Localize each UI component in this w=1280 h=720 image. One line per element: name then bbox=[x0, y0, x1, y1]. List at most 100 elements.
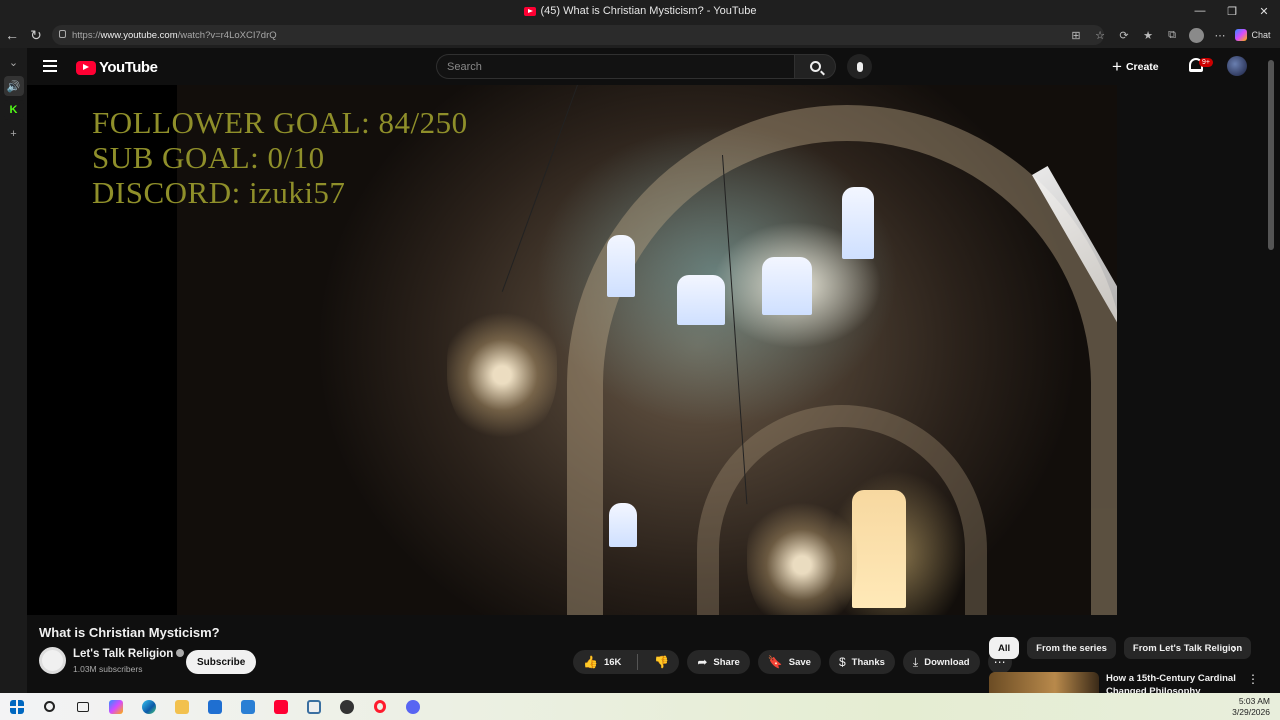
subscriber-count: 1.03M subscribers bbox=[73, 664, 143, 674]
voice-search-button[interactable] bbox=[847, 54, 872, 79]
channel-avatar[interactable] bbox=[39, 647, 66, 674]
minimize-button[interactable]: — bbox=[1184, 0, 1216, 22]
like-button[interactable]: 👍 16K bbox=[573, 650, 631, 674]
store-button[interactable] bbox=[198, 693, 231, 720]
create-label: Create bbox=[1125, 60, 1159, 73]
copilot-icon bbox=[1235, 29, 1248, 41]
page-scrollbar[interactable] bbox=[1268, 60, 1274, 250]
app-button[interactable] bbox=[297, 693, 330, 720]
notification-badge: 9+ bbox=[1199, 58, 1213, 67]
plus-icon: + bbox=[1112, 56, 1122, 76]
share-icon: ➦ bbox=[697, 655, 708, 669]
video-player[interactable]: FOLLOWER GOAL: 84/250 SUB GOAL: 0/10 DIS… bbox=[27, 85, 1117, 615]
like-dislike-group: 👍 16K 👎 bbox=[573, 650, 680, 674]
window-controls: — ❐ ✕ bbox=[1184, 0, 1280, 22]
edge-taskbar-button[interactable] bbox=[132, 693, 165, 720]
youtube-favicon-icon bbox=[523, 6, 536, 16]
chip-all[interactable]: All bbox=[989, 637, 1020, 659]
bookmark-icon: 🔖 bbox=[767, 655, 783, 669]
system-clock[interactable]: 5:03 AM 3/29/2026 bbox=[1232, 696, 1270, 718]
more-vertical-icon[interactable]: ⋮ bbox=[1247, 672, 1259, 686]
search-taskbar-button[interactable] bbox=[33, 693, 66, 720]
thanks-icon: $ bbox=[838, 655, 846, 669]
youtube-app-button[interactable] bbox=[264, 693, 297, 720]
chandelier bbox=[747, 495, 857, 615]
user-avatar[interactable] bbox=[1227, 56, 1247, 76]
favorite-star-icon[interactable]: ☆ bbox=[1090, 25, 1110, 45]
copilot-taskbar-button[interactable] bbox=[99, 693, 132, 720]
search-button[interactable] bbox=[794, 54, 836, 79]
cathedral-window bbox=[842, 187, 874, 259]
restore-button[interactable]: ❐ bbox=[1216, 0, 1248, 22]
address-bar[interactable]: https://www.youtube.com/watch?v=r4LoXCI7… bbox=[52, 25, 1104, 45]
download-label: Download bbox=[924, 656, 970, 668]
apps-icon[interactable]: ⊞ bbox=[1066, 25, 1086, 45]
url-host: www.youtube.com bbox=[100, 29, 178, 41]
cathedral-window bbox=[762, 257, 812, 315]
new-tab-icon[interactable]: + bbox=[4, 124, 24, 144]
follower-goal-text: FOLLOWER GOAL: 84/250 bbox=[92, 105, 468, 140]
dislike-button[interactable]: 👎 bbox=[644, 650, 679, 674]
task-view-button[interactable] bbox=[66, 693, 99, 720]
windows-logo-icon bbox=[9, 699, 24, 714]
copilot-chat-button[interactable]: Chat bbox=[1234, 25, 1272, 45]
profile-button[interactable] bbox=[1186, 25, 1206, 45]
chip-from-series[interactable]: From the series bbox=[1027, 637, 1116, 659]
search-icon bbox=[809, 61, 821, 72]
mail-icon bbox=[240, 699, 255, 714]
microphone-icon bbox=[856, 61, 863, 72]
app-icon bbox=[306, 699, 321, 714]
audio-tab-icon[interactable]: 🔊 bbox=[3, 76, 24, 96]
download-icon: ⤓ bbox=[912, 654, 919, 669]
profile-avatar-icon bbox=[1188, 27, 1204, 43]
window-title: (45) What is Christian Mysticism? - YouT… bbox=[540, 5, 757, 17]
thumbs-up-icon: 👍 bbox=[583, 655, 598, 669]
chandelier bbox=[447, 305, 557, 445]
kick-tab-icon[interactable]: K bbox=[3, 100, 24, 120]
back-button[interactable]: ← bbox=[0, 23, 24, 47]
save-button[interactable]: 🔖 Save bbox=[757, 650, 821, 674]
opera-button[interactable] bbox=[363, 693, 396, 720]
recommended-title[interactable]: How a 15th-Century Cardinal Changed Phil… bbox=[1106, 672, 1236, 693]
discord-button[interactable] bbox=[396, 693, 429, 720]
discord-icon bbox=[405, 699, 420, 714]
recommendation-chips: All From the series From Let's Talk Reli… bbox=[989, 637, 1252, 659]
recommended-video[interactable]: How a 15th-Century Cardinal Changed Phil… bbox=[989, 670, 1269, 693]
stained-glass-window bbox=[852, 490, 906, 608]
file-explorer-button[interactable] bbox=[165, 693, 198, 720]
create-button[interactable]: + Create bbox=[1112, 54, 1159, 79]
recommended-thumbnail[interactable] bbox=[989, 672, 1099, 693]
sub-goal-text: SUB GOAL: 0/10 bbox=[92, 140, 325, 175]
extensions-icon[interactable]: ⟳ bbox=[1114, 25, 1134, 45]
search-input[interactable]: Search bbox=[436, 54, 794, 79]
channel-name[interactable]: Let's Talk Religion bbox=[73, 648, 185, 660]
download-button[interactable]: ⤓ Download bbox=[902, 650, 980, 674]
refresh-button[interactable]: ↻ bbox=[24, 23, 48, 47]
subscribe-button[interactable]: Subscribe bbox=[186, 650, 257, 674]
obs-button[interactable] bbox=[330, 693, 363, 720]
close-window-button[interactable]: ✕ bbox=[1248, 0, 1280, 22]
cathedral-window bbox=[607, 235, 635, 297]
search-icon bbox=[44, 701, 55, 712]
collapse-tabs-icon[interactable]: ⌄ bbox=[4, 52, 24, 72]
thanks-button[interactable]: $ Thanks bbox=[828, 650, 895, 674]
chevron-right-icon[interactable]: › bbox=[1232, 637, 1248, 659]
chandelier-chain bbox=[501, 85, 578, 292]
more-menu-icon[interactable]: ⋯ bbox=[1210, 25, 1230, 45]
divider bbox=[637, 654, 639, 670]
cathedral-window bbox=[677, 275, 725, 325]
youtube-logo[interactable]: YouTube bbox=[76, 59, 158, 76]
discord-text: DISCORD: izuki57 bbox=[92, 175, 346, 210]
collections-icon[interactable]: ⧉ bbox=[1162, 25, 1182, 45]
start-button[interactable] bbox=[0, 693, 33, 720]
windows-taskbar: 5:03 AM 3/29/2026 bbox=[0, 693, 1280, 720]
obs-icon bbox=[339, 699, 354, 714]
menu-icon[interactable] bbox=[43, 60, 57, 72]
share-button[interactable]: ➦ Share bbox=[687, 650, 750, 674]
youtube-page: YouTube Search + Create 9+ FOLLOWER GOAL:… bbox=[27, 48, 1280, 693]
opera-icon bbox=[373, 700, 386, 713]
mail-button[interactable] bbox=[231, 693, 264, 720]
save-label: Save bbox=[788, 656, 811, 668]
favorites-icon[interactable]: ★ bbox=[1138, 25, 1158, 45]
url-path: /watch?v=r4LoXCI7drQ bbox=[177, 29, 277, 41]
